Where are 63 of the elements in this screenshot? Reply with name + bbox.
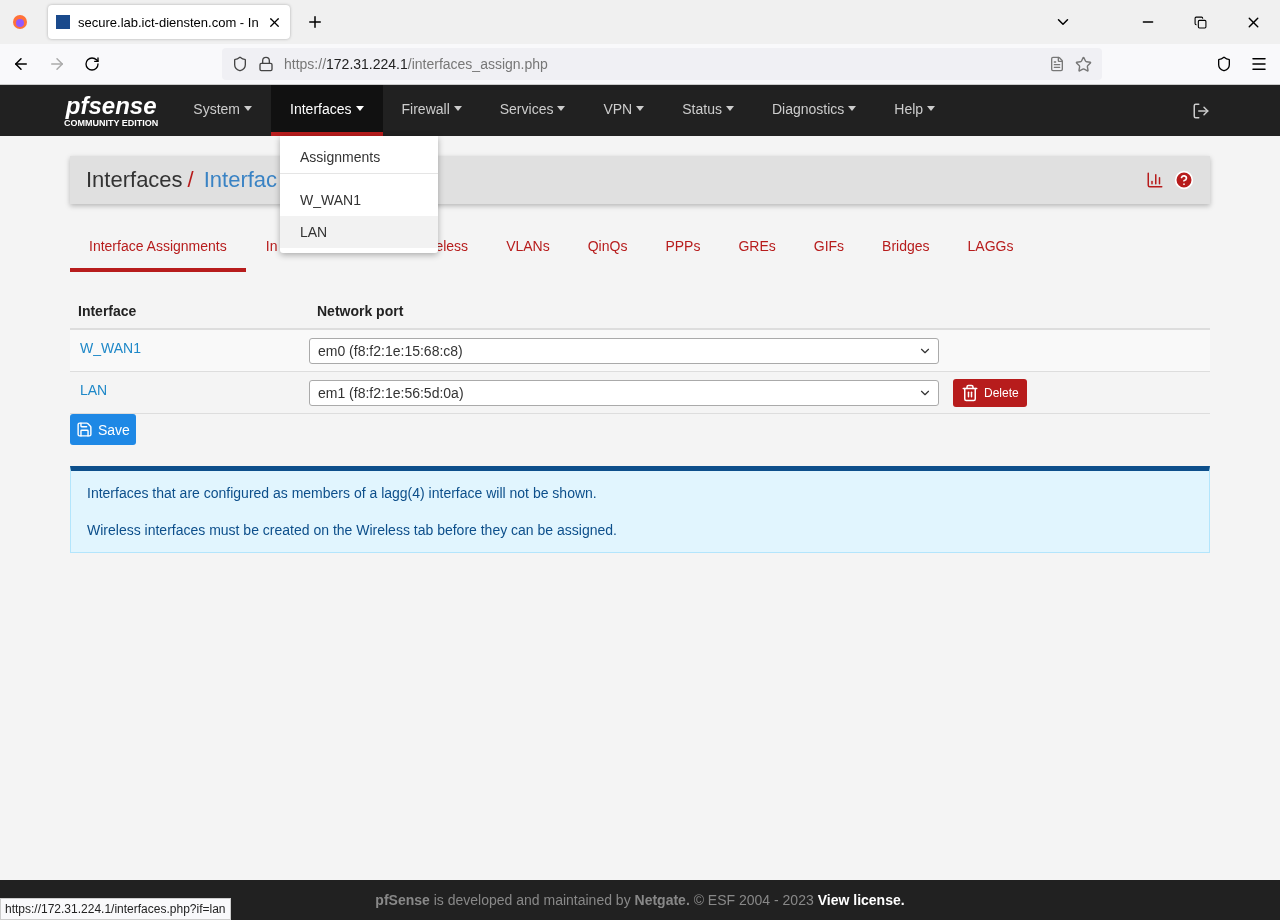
caret-icon — [725, 106, 734, 111]
tab[interactable]: Interface Assignments — [70, 224, 246, 272]
save-icon — [76, 421, 93, 438]
nav-menu[interactable]: System — [174, 85, 272, 136]
shield-icon — [232, 56, 248, 72]
help-icon[interactable] — [1174, 170, 1194, 190]
back-icon[interactable] — [12, 55, 30, 73]
bookmark-icon[interactable] — [1075, 55, 1092, 73]
nav-menu[interactable]: Interfaces — [271, 85, 383, 136]
menu-icon[interactable] — [1250, 55, 1268, 73]
logo-text: pfsense — [65, 93, 157, 118]
interface-link[interactable]: LAN — [80, 382, 108, 398]
delete-button[interactable]: Delete — [953, 378, 1027, 407]
trash-icon — [961, 383, 979, 402]
tab-title: secure.lab.ict-diensten.com - In — [78, 14, 259, 30]
port-select[interactable]: em1 (f8:f2:1e:56:5d:0a) — [309, 379, 939, 406]
tab[interactable]: Bridges — [863, 224, 949, 272]
nav-menu[interactable]: VPN — [584, 85, 664, 136]
browser-logo-icon[interactable] — [12, 14, 28, 30]
caret-icon — [355, 106, 364, 111]
tab[interactable]: GREs — [719, 224, 795, 272]
chart-icon[interactable] — [1146, 171, 1164, 189]
caret-icon — [244, 106, 253, 111]
url-text: https://172.31.224.1/interfaces_assign.php — [284, 56, 548, 72]
license-link[interactable]: View license. — [817, 892, 905, 908]
tab[interactable]: QinQs — [568, 224, 647, 272]
column-header: Network port — [316, 303, 405, 319]
caret-icon — [927, 106, 936, 111]
nav-menu[interactable]: Diagnostics — [752, 85, 876, 136]
tab[interactable]: PPPs — [646, 224, 720, 272]
caret-icon — [636, 106, 645, 111]
reader-icon[interactable] — [1049, 56, 1065, 72]
info-text: Interfaces that are configured as members of a lagg(4) interface will not be shown. — [87, 485, 597, 501]
nav-menu[interactable]: Help — [875, 85, 955, 136]
breadcrumb-separator: / — [187, 167, 194, 193]
caret-icon — [848, 106, 857, 111]
interface-link[interactable]: W_WAN1 — [80, 340, 141, 356]
menu-item[interactable]: Assignments — [280, 141, 438, 174]
lock-icon — [258, 56, 274, 72]
nav-menu[interactable]: Status — [663, 85, 753, 136]
nav-menu[interactable]: Services — [480, 85, 585, 136]
footer-text: pfSense is developed and maintained by Netgate. © ESF 2004 - 2023 — [375, 892, 814, 908]
port-select[interactable]: em0 (f8:f2:1e:15:68:c8) — [309, 337, 939, 364]
tab[interactable]: LAGGs — [948, 224, 1033, 272]
logout-icon[interactable] — [1192, 101, 1210, 120]
caret-icon — [557, 106, 566, 111]
menu-item[interactable]: LAN — [280, 216, 438, 248]
site-icon — [56, 15, 70, 29]
caret-icon — [453, 106, 462, 111]
browser-tab[interactable]: secure.lab.ict-diensten.com - In — [48, 5, 290, 39]
tab[interactable]: In — [245, 224, 278, 272]
breadcrumb-section: Interfaces — [86, 167, 183, 193]
status-url: https://172.31.224.1/interfaces.php?if=lan — [0, 898, 231, 920]
tab[interactable]: GIFs — [794, 224, 864, 272]
save-button[interactable]: Save — [70, 414, 136, 445]
restore-icon[interactable] — [1194, 15, 1207, 29]
reload-icon[interactable] — [84, 56, 100, 72]
column-header: Interface — [77, 303, 138, 319]
info-text: Wireless interfaces must be created on the Wireless tab before they can be assigned. — [87, 522, 617, 538]
address-bar[interactable]: https://172.31.224.1/interfaces_assign.php — [222, 48, 1102, 80]
menu-item[interactable]: W_WAN1 — [280, 184, 438, 216]
nav-menu[interactable]: Firewall — [382, 85, 481, 136]
tab[interactable]: VLANs — [487, 224, 569, 272]
